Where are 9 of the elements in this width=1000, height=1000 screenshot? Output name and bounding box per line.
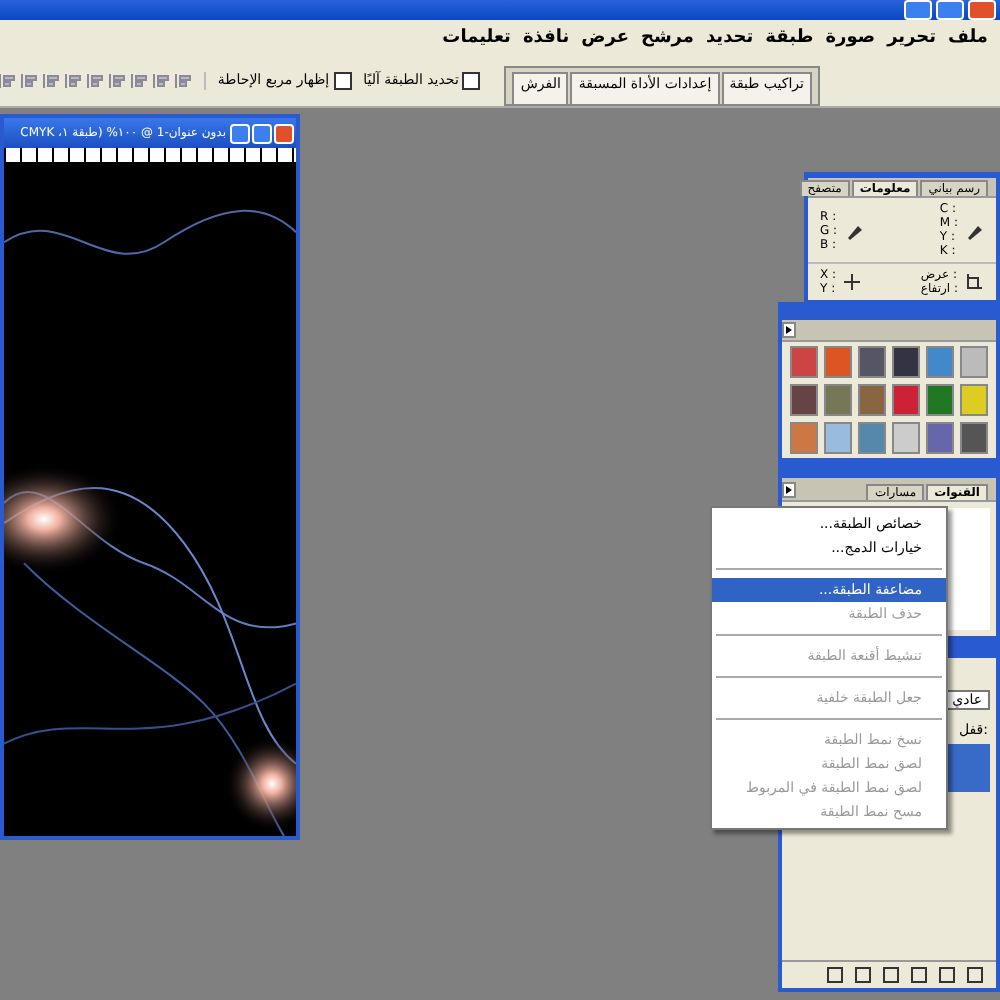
menu-item[interactable]: نافذة bbox=[522, 27, 570, 47]
menu-item[interactable]: عرض bbox=[581, 27, 629, 47]
menu-item[interactable]: صورة bbox=[825, 27, 876, 47]
menu-item[interactable]: طبقة bbox=[765, 27, 814, 47]
menu-item[interactable]: تعليمات bbox=[442, 27, 511, 47]
menu-item[interactable]: مرشح bbox=[640, 27, 694, 47]
menu-item[interactable]: ملف bbox=[948, 27, 988, 47]
menu-item[interactable]: تحديد bbox=[705, 27, 754, 47]
menu-item[interactable]: تحرير bbox=[887, 27, 937, 47]
